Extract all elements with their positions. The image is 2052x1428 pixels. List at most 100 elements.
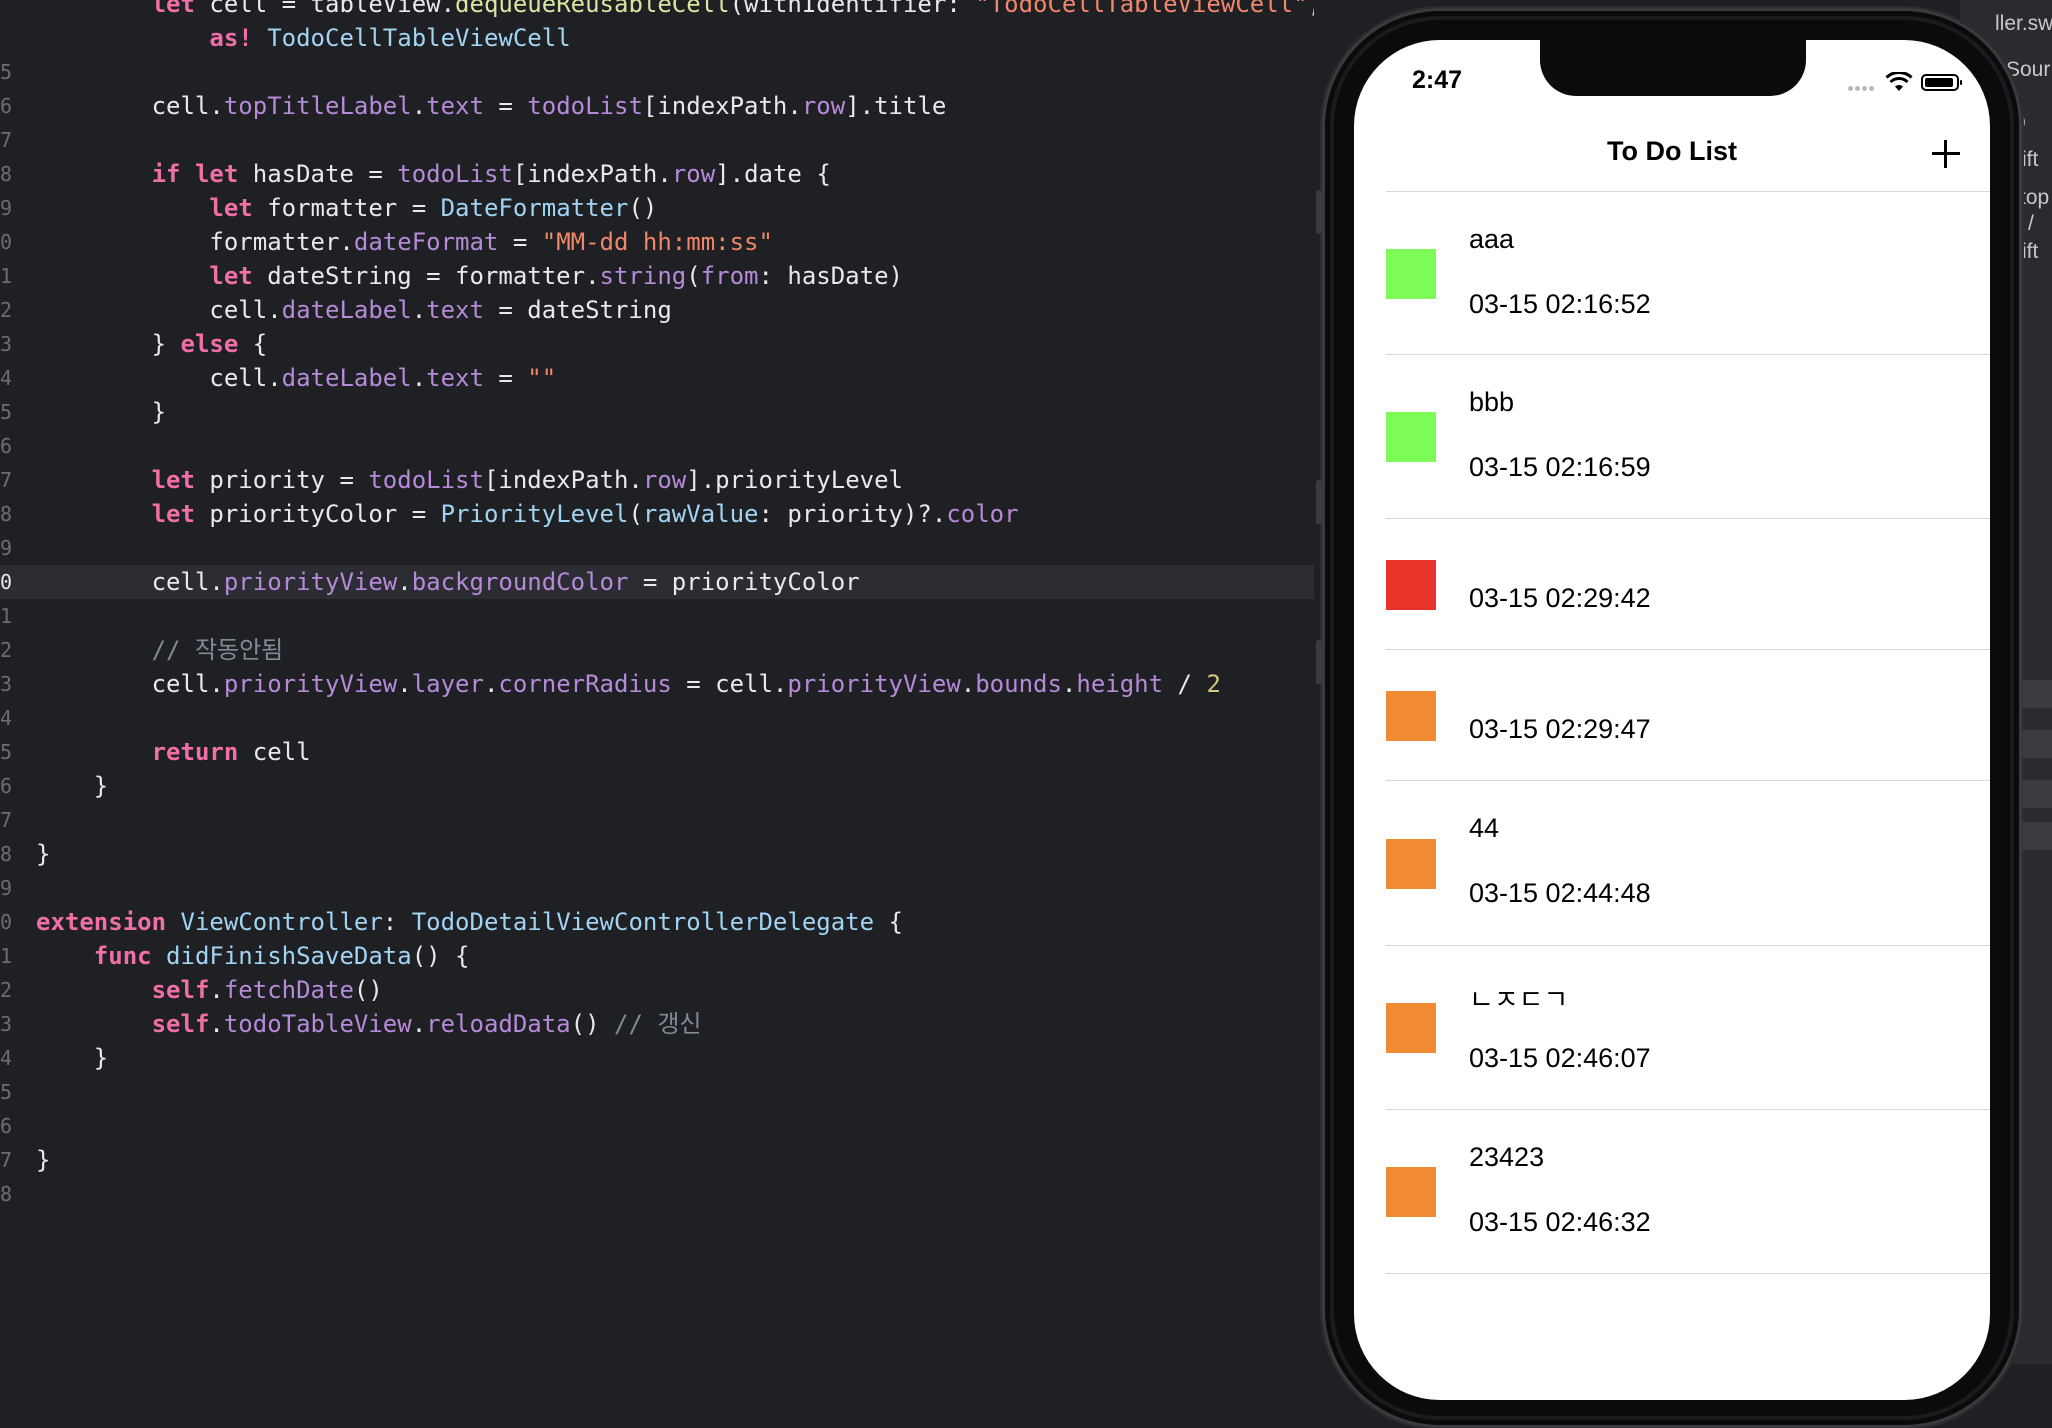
todo-row[interactable]: 03-15 02:29:42: [1354, 519, 1990, 650]
code-line[interactable]: 7}: [0, 1143, 1330, 1177]
code-line[interactable]: 6: [0, 429, 1330, 463]
todo-row[interactable]: bbb 03-15 02:16:59: [1354, 355, 1990, 519]
code-token: height: [1076, 670, 1164, 698]
code-token: todoList: [527, 92, 643, 120]
code-line[interactable]: 6 }: [0, 769, 1330, 803]
inspector-field[interactable]: [2020, 822, 2052, 850]
todo-row[interactable]: ㄴㅈㄷㄱ 03-15 02:46:07: [1354, 946, 1990, 1110]
code-line[interactable]: 5 return cell: [0, 735, 1330, 769]
line-number: 6: [0, 434, 13, 458]
code-line[interactable]: 4 }: [0, 1041, 1330, 1075]
code-line[interactable]: 0 formatter.dateFormat = "MM-dd hh:mm:ss…: [0, 225, 1330, 259]
code-text: return cell: [36, 735, 311, 769]
code-token: return: [151, 738, 239, 766]
inspector-label: Sour: [2006, 58, 2051, 81]
code-text: cell.priorityView.layer.cornerRadius = c…: [36, 667, 1221, 701]
code-line[interactable]: 6: [0, 1109, 1330, 1143]
code-line[interactable]: 1 func didFinishSaveData() {: [0, 939, 1330, 973]
line-number: 3: [0, 1012, 13, 1036]
code-token: "MM-dd hh:mm:ss": [541, 228, 773, 256]
inspector-field[interactable]: [2020, 780, 2052, 808]
todo-row[interactable]: 23423 03-15 02:46:32: [1354, 1110, 1990, 1274]
code-editor[interactable]: let cell = tableView.dequeueReusableCell…: [0, 0, 1330, 1364]
code-line[interactable]: 6 cell.topTitleLabel.text = todoList[ind…: [0, 89, 1330, 123]
code-token: formatter.: [36, 228, 354, 256]
code-line[interactable]: 0 extension ViewController: TodoDetailVie…: [0, 905, 1330, 939]
code-token: }: [36, 398, 167, 426]
code-text: extension ViewController: TodoDetailView…: [36, 905, 903, 939]
code-line[interactable]: 1: [0, 599, 1330, 633]
code-line[interactable]: 2 self.fetchDate(): [0, 973, 1330, 1007]
code-line[interactable]: 8: [0, 1177, 1330, 1211]
code-line[interactable]: 3 self.todoTableView.reloadData() // 갱신: [0, 1007, 1330, 1041]
code-text: } else {: [36, 327, 268, 361]
code-token: let: [151, 0, 195, 18]
code-token: /: [1163, 670, 1207, 698]
code-line[interactable]: 0 cell.priorityView.backgroundColor = pr…: [0, 565, 1330, 599]
code-line[interactable]: 8 let priorityColor = PriorityLevel(rawV…: [0, 497, 1330, 531]
code-token: func: [93, 942, 152, 970]
code-token: .: [209, 976, 224, 1004]
line-number: 7: [0, 128, 13, 152]
code-line[interactable]: 7: [0, 123, 1330, 157]
code-text: let priority = todoList[indexPath.row].p…: [36, 463, 903, 497]
code-token: (: [628, 500, 643, 528]
todo-row[interactable]: 03-15 02:29:47: [1354, 650, 1990, 781]
code-token: row: [642, 466, 687, 494]
code-token: extension: [36, 908, 167, 936]
code-token: (withIdentifier:: [729, 0, 976, 18]
code-line[interactable]: 1 let dateString = formatter.string(from…: [0, 259, 1330, 293]
code-token: if: [151, 160, 181, 188]
code-line[interactable]: let cell = tableView.dequeueReusableCell…: [0, 0, 1330, 21]
code-token: cell.: [36, 670, 224, 698]
code-line[interactable]: 2 // 작동안됨: [0, 633, 1330, 667]
code-line[interactable]: 3 cell.priorityView.layer.cornerRadius =…: [0, 667, 1330, 701]
code-token: text: [426, 296, 484, 324]
code-line[interactable]: 5 }: [0, 395, 1330, 429]
inspector-field[interactable]: [2020, 730, 2052, 758]
todo-row[interactable]: 44 03-15 02:44:48: [1354, 781, 1990, 946]
scroll-marker: [1316, 190, 1322, 234]
priority-swatch: [1386, 412, 1436, 462]
todo-date: 03-15 02:16:52: [1469, 289, 1651, 319]
code-line[interactable]: 9: [0, 871, 1330, 905]
code-line[interactable]: 8 if let hasDate = todoList[indexPath.ro…: [0, 157, 1330, 191]
todo-date: 03-15 02:29:47: [1469, 714, 1651, 744]
code-line[interactable]: 5: [0, 1075, 1330, 1109]
line-number: 5: [0, 60, 13, 84]
code-token: cell: [238, 738, 311, 766]
add-item-button[interactable]: [1928, 136, 1964, 172]
code-line[interactable]: 8}: [0, 837, 1330, 871]
inspector-field[interactable]: [2020, 680, 2052, 708]
code-token: dequeueReusableCell: [455, 0, 730, 18]
code-line[interactable]: 9 let formatter = DateFormatter(): [0, 191, 1330, 225]
code-token: 2: [1206, 670, 1221, 698]
code-line[interactable]: 7: [0, 803, 1330, 837]
code-token: let: [209, 194, 253, 222]
code-text: if let hasDate = todoList[indexPath.row]…: [36, 157, 831, 191]
code-line[interactable]: 4 cell.dateLabel.text = "": [0, 361, 1330, 395]
code-text: func didFinishSaveData() {: [36, 939, 470, 973]
code-line[interactable]: as! TodoCellTableViewCell: [0, 21, 1330, 55]
code-line[interactable]: 5: [0, 55, 1330, 89]
code-token: from: [700, 262, 759, 290]
code-line[interactable]: 7 let priority = todoList[indexPath.row]…: [0, 463, 1330, 497]
line-number: 6: [0, 94, 13, 118]
code-line[interactable]: 2 cell.dateLabel.text = dateString: [0, 293, 1330, 327]
code-token: =: [483, 92, 528, 120]
todo-row[interactable]: aaa 03-15 02:16:52: [1354, 192, 1990, 355]
scroll-marker: [1316, 480, 1322, 524]
code-line[interactable]: 4: [0, 701, 1330, 735]
code-line[interactable]: 9: [0, 531, 1330, 565]
code-line[interactable]: 3 } else {: [0, 327, 1330, 361]
code-token: }: [36, 840, 51, 868]
code-token: }: [36, 330, 181, 358]
code-token: formatter =: [252, 194, 441, 222]
todo-title: 23423: [1469, 1142, 1545, 1172]
